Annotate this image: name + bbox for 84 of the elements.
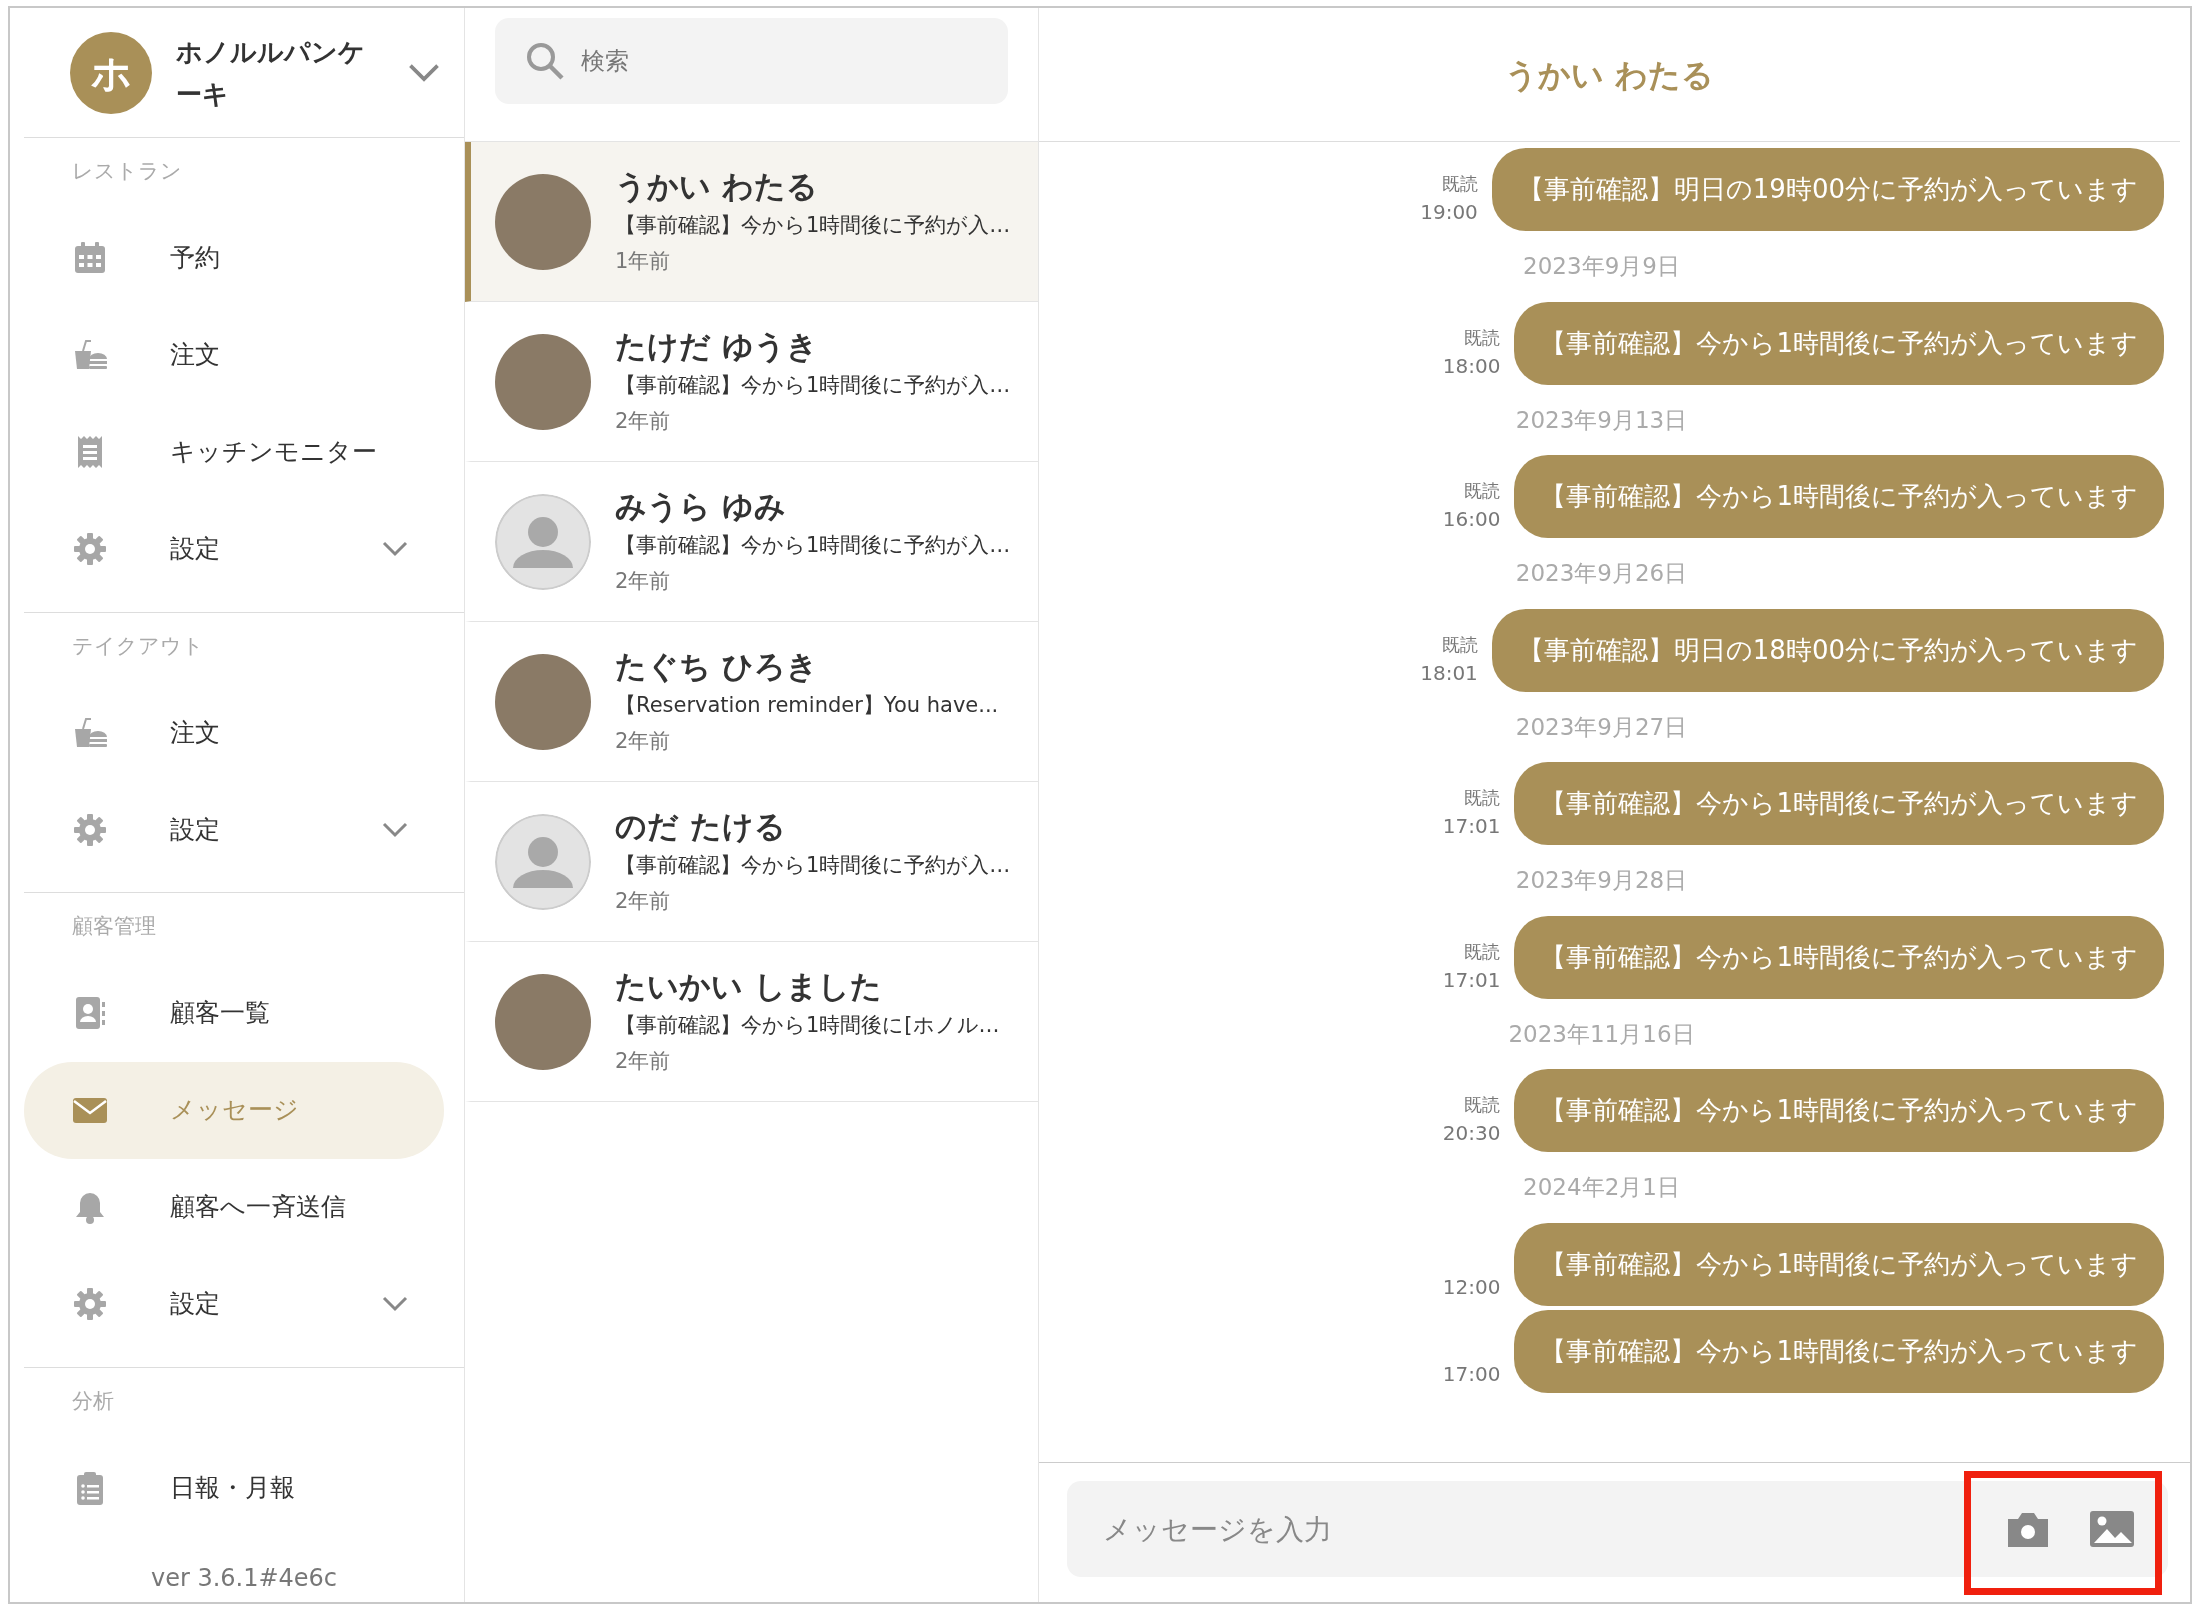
gear-icon [72, 1286, 108, 1322]
date-separator: 2023年9月27日 [1515, 712, 1688, 742]
message-time: 17:00 [1442, 1360, 1501, 1388]
contact-name: みうら ゆみ [615, 486, 787, 526]
conversation-item[interactable]: たいかい しました 【事前確認】今から1時間後に[ホノル… 2年前 [465, 942, 1038, 1102]
contact-name: たぐち ひろき [615, 646, 819, 686]
message-preview: 【事前確認】今から1時間後に予約が入… [615, 531, 1011, 559]
message-time: 20:30 [1442, 1120, 1501, 1147]
message-time: 2年前 [615, 887, 672, 915]
contact-name: たけだ ゆうき [615, 326, 819, 366]
message-time: 17:01 [1442, 966, 1501, 994]
read-receipt: 既読 [1463, 939, 1501, 964]
nav-item[interactable]: 予約 [24, 209, 444, 307]
conversation-item[interactable]: みうら ゆみ 【事前確認】今から1時間後に予約が入… 2年前 [465, 462, 1038, 622]
nav-item[interactable]: 設定 [24, 1255, 444, 1353]
gear-icon [72, 531, 108, 567]
chevron-down-icon [408, 62, 440, 83]
message-preview: 【事前確認】今から1時間後に予約が入… [615, 851, 1011, 879]
message-bubble: 【事前確認】今から1時間後に予約が入っています [1514, 762, 2164, 845]
message-input-field[interactable]: メッセージを入力 [1067, 1481, 2168, 1577]
read-receipt: 既読 [1463, 1093, 1501, 1117]
nav-item[interactable]: 顧客一覧 [24, 964, 444, 1062]
message-preview: 【Reservation reminder】You have... [615, 691, 999, 719]
date-separator: 2023年9月13日 [1515, 405, 1688, 435]
nav-item[interactable]: 顧客へ一斉送信 [24, 1158, 444, 1256]
search-field[interactable]: 検索 [495, 18, 1008, 104]
read-receipt: 既読 [1440, 172, 1478, 196]
message-time: 18:01 [1420, 659, 1478, 687]
date-separator: 2023年9月28日 [1515, 866, 1688, 895]
message-time: 2年前 [615, 727, 672, 755]
conversation-item[interactable]: のだ たける 【事前確認】今から1時間後に予約が入… 2年前 [465, 782, 1038, 942]
message-bubble: 【事前確認】今から1時間後に予約が入っています [1514, 455, 2164, 538]
search-icon [525, 41, 565, 81]
date-separator: 2023年9月9日 [1523, 252, 1680, 281]
section-label: 分析 [71, 1387, 114, 1415]
section-label: テイクアウト [71, 632, 204, 660]
message-time: 17:01 [1442, 813, 1501, 840]
message-time: 1年前 [615, 247, 672, 275]
avatar-silhouette-icon [495, 813, 591, 910]
section-label: レストラン [71, 158, 182, 185]
avatar-silhouette-icon [495, 493, 591, 590]
message-bubble: 【事前確認】今から1時間後に予約が入っています [1514, 1069, 2164, 1152]
contact-name: のだ たける [615, 806, 787, 846]
nav-item[interactable]: 注文 [24, 684, 444, 781]
conversation-item[interactable]: うかい わたる 【事前確認】今から1時間後に予約が入… 1年前 [465, 142, 1038, 302]
read-receipt: 既読 [1463, 479, 1501, 503]
conversation-item[interactable]: たけだ ゆうき 【事前確認】今から1時間後に予約が入… 2年前 [465, 302, 1038, 462]
contact-name: たいかい しました [615, 966, 883, 1006]
read-receipt: 既読 [1463, 325, 1501, 350]
nav-item[interactable]: 設定 [24, 500, 444, 598]
nav-item[interactable]: 設定 [24, 781, 444, 878]
nav-item[interactable]: 注文 [24, 306, 444, 404]
gear-icon [72, 811, 108, 848]
read-receipt: 既読 [1463, 786, 1501, 810]
message-bubble: 【事前確認】今から1時間後に予約が入っています [1514, 1222, 2164, 1306]
message-time: 18:00 [1442, 352, 1501, 380]
chat-title: うかい わたる [1504, 54, 1715, 96]
message-time: 12:00 [1442, 1273, 1501, 1301]
image-icon[interactable] [2088, 1509, 2136, 1549]
message-bubble: 【事前確認】今から1時間後に予約が入っています [1514, 301, 2164, 385]
read-receipt: 既読 [1440, 632, 1478, 657]
calendar-icon [72, 240, 108, 276]
message-preview: 【事前確認】今から1時間後に[ホノル… [615, 1011, 1000, 1039]
message-time: 16:00 [1442, 506, 1501, 533]
message-preview: 【事前確認】今から1時間後に予約が入… [615, 211, 1011, 239]
section-label: 顧客管理 [71, 913, 156, 940]
message-time: 2年前 [615, 1047, 672, 1075]
date-separator: 2024年2月1日 [1523, 1173, 1680, 1202]
version-text: ver 3.6.1#4e6c [149, 1563, 339, 1594]
message-time: 2年前 [615, 407, 672, 435]
contact-name: うかい わたる [615, 166, 819, 206]
message-time: 19:00 [1420, 199, 1478, 226]
message-bubble: 【事前確認】今から1時間後に予約が入っています [1514, 1309, 2164, 1393]
message-bubble: 【事前確認】明日の19時00分に予約が入っています [1491, 148, 2164, 231]
conversation-item[interactable]: たぐち ひろき 【Reservation reminder】You have... 2年前 [465, 622, 1038, 782]
message-time: 2年前 [615, 567, 672, 595]
store-name[interactable]: ホノルルパンケーキ [176, 30, 384, 115]
date-separator: 2023年9月26日 [1515, 559, 1688, 588]
nav-item[interactable]: キッチンモニター [24, 403, 444, 501]
message-bubble: 【事前確認】今から1時間後に予約が入っています [1514, 915, 2164, 999]
message-preview: 【事前確認】今から1時間後に予約が入… [615, 371, 1011, 399]
nav-item[interactable]: 日報・月報 [24, 1439, 444, 1536]
date-separator: 2023年11月16日 [1508, 1019, 1695, 1049]
message-bubble: 【事前確認】明日の18時00分に予約が入っています [1491, 608, 2164, 692]
